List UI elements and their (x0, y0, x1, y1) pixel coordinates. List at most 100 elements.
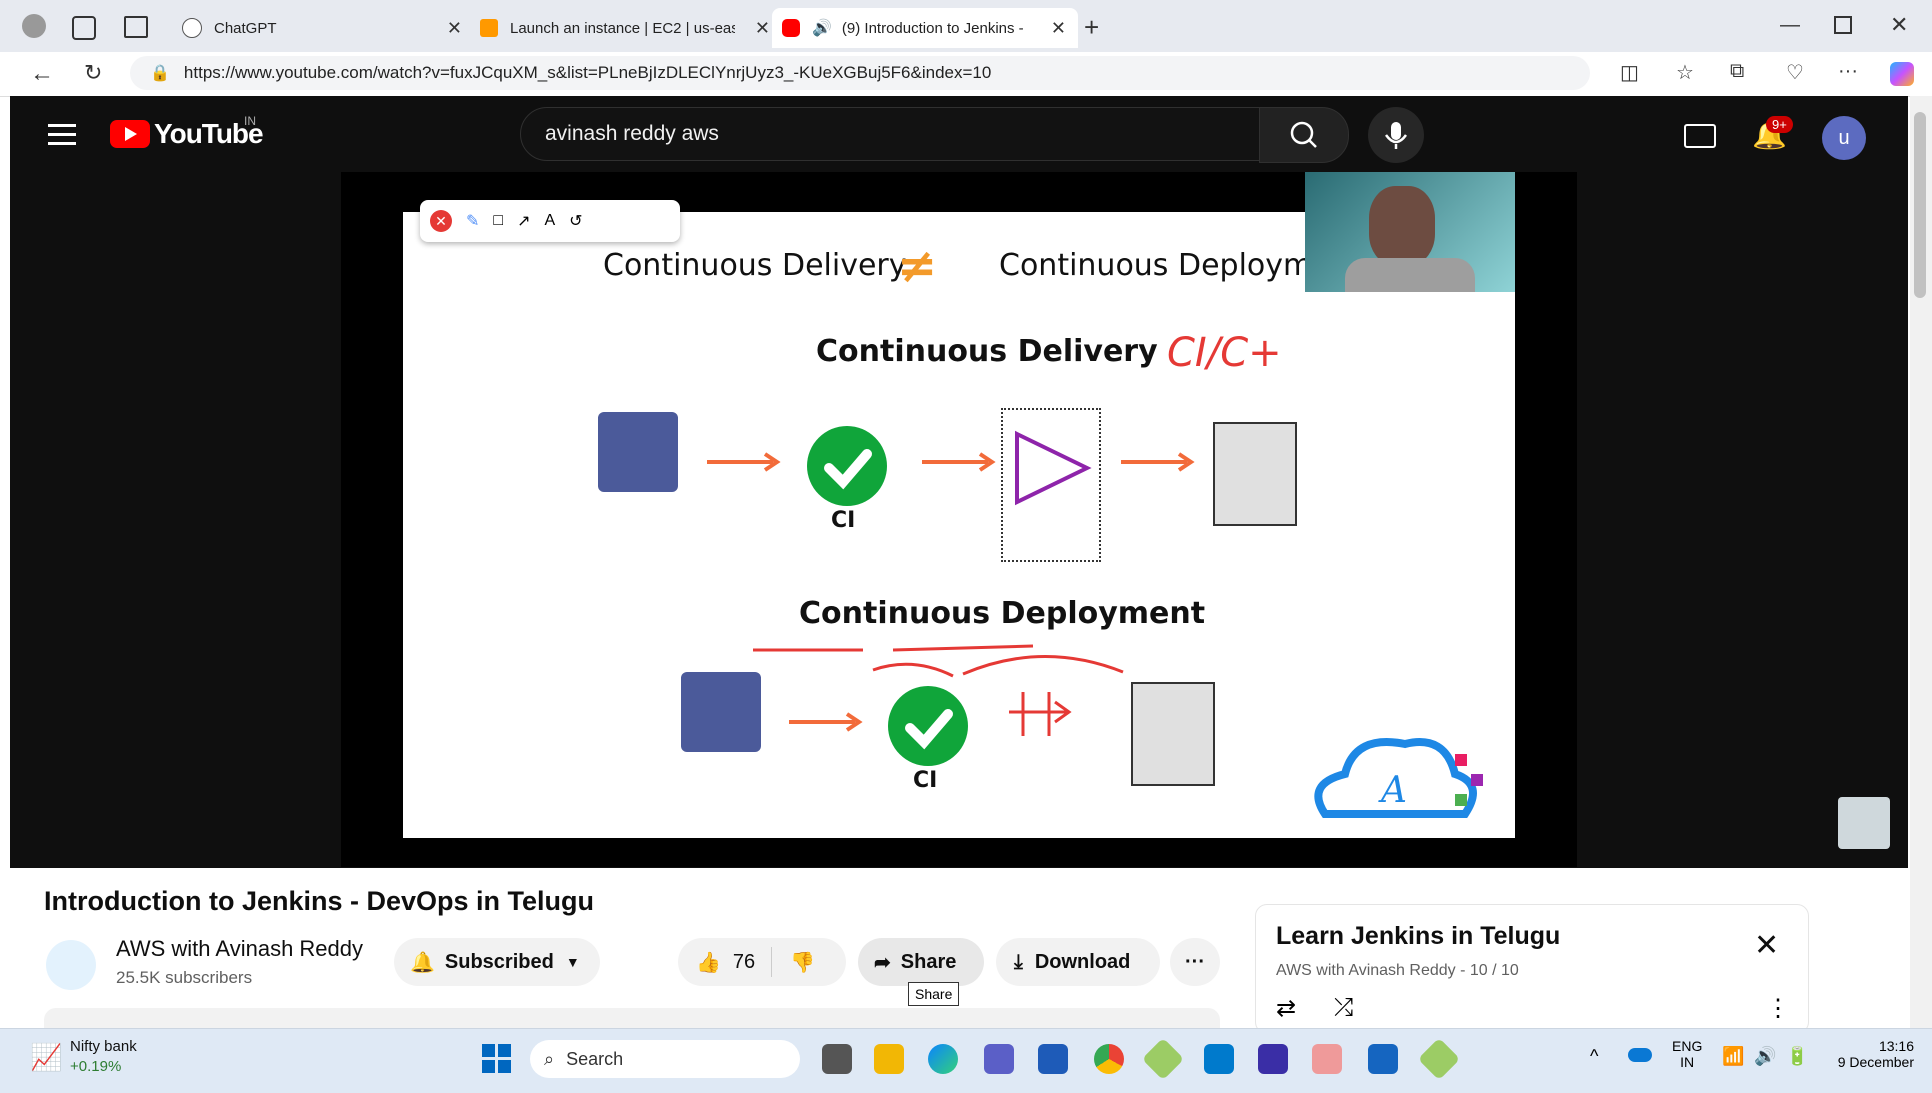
chart-up-icon: 📈 (30, 1042, 63, 1072)
file-explorer-icon[interactable] (874, 1044, 904, 1074)
playlist-more-icon[interactable]: ⋮ (1766, 994, 1790, 1023)
browser-essentials-icon[interactable]: ♡ (1786, 60, 1804, 85)
restore-button[interactable] (1834, 16, 1852, 34)
share-icon: ➦ (874, 951, 891, 974)
search-input[interactable]: avinash reddy aws (520, 107, 1260, 161)
create-icon[interactable] (1684, 124, 1716, 148)
back-icon[interactable]: ← (30, 60, 54, 88)
tab-actions-icon[interactable] (124, 16, 148, 38)
close-window-button[interactable]: ✕ (1890, 12, 1908, 38)
tab-chatgpt[interactable]: ChatGPT ✕ (172, 8, 472, 48)
volume-icon[interactable]: 🔊 (1754, 1046, 1776, 1067)
minimize-button[interactable]: — (1780, 14, 1800, 37)
more-actions-button[interactable]: ··· (1170, 938, 1220, 986)
play-icon (1015, 430, 1092, 506)
arrow-icon (707, 452, 781, 472)
split-screen-icon[interactable]: ◫ (1620, 60, 1639, 85)
download-icon: ⤓ (1014, 950, 1023, 973)
tab-title: ChatGPT (214, 19, 277, 37)
profile-icon[interactable] (22, 14, 46, 38)
text-tool-icon[interactable]: A (544, 212, 555, 230)
subscribe-label: Subscribed (444, 950, 554, 973)
new-tab-button[interactable]: + (1084, 12, 1099, 43)
tab-title: (9) Introduction to Jenkins - (841, 19, 1024, 37)
region-code: IN (1680, 1054, 1695, 1070)
address-bar[interactable]: 🔒 https://www.youtube.com/watch?v=fuxJCq… (130, 56, 1590, 90)
chrome-icon[interactable] (1094, 1044, 1124, 1074)
teams-icon[interactable] (984, 1044, 1014, 1074)
heading-left: Continuous Delivery (603, 248, 907, 283)
wifi-icon[interactable]: 📶 (1722, 1046, 1744, 1067)
tab-ec2[interactable]: Launch an instance | EC2 | us-east ✕ (470, 8, 780, 48)
youtube-logo-icon[interactable] (110, 120, 150, 148)
scrollbar-thumb[interactable] (1914, 112, 1926, 298)
clock[interactable]: 13:16 9 December (1820, 1038, 1914, 1070)
ticker-change: +0.19% (70, 1058, 122, 1075)
server-icon (1213, 422, 1297, 526)
refresh-icon[interactable]: ↻ (84, 60, 102, 86)
channel-watermark[interactable] (1838, 797, 1890, 849)
taskbar-search[interactable]: ⌕ Search (530, 1040, 800, 1078)
favorites-icon[interactable]: ☆ (1676, 60, 1694, 85)
language-indicator[interactable]: ENG IN (1672, 1038, 1702, 1070)
arrow-annotation (1009, 692, 1072, 736)
avatar[interactable]: u (1822, 116, 1866, 160)
aws-icon (480, 19, 498, 37)
download-button[interactable]: ⤓ Download (996, 938, 1160, 986)
collections-icon[interactable]: ⧉ (1730, 60, 1744, 83)
dislike-icon[interactable]: 👎 (790, 950, 815, 975)
close-icon[interactable]: ✕ (755, 18, 770, 39)
store-icon[interactable] (1038, 1044, 1068, 1074)
close-icon[interactable]: ✕ (1754, 928, 1779, 963)
search-icon: ⌕ (544, 1048, 555, 1069)
voice-search-button[interactable] (1368, 107, 1424, 163)
like-icon[interactable]: 👍 (696, 950, 721, 975)
subscribe-button[interactable]: 🔔 Subscribed ▼ (394, 938, 600, 986)
more-icon[interactable]: ··· (1838, 60, 1858, 83)
plus-app-icon[interactable] (1368, 1044, 1398, 1074)
undo-icon[interactable]: ↺ (569, 211, 582, 231)
lock-icon[interactable]: 🔒 (150, 63, 170, 83)
close-icon[interactable]: ✕ (447, 18, 462, 39)
windows-start-icon[interactable] (482, 1044, 512, 1074)
speaker-icon[interactable]: 🔊 (812, 18, 832, 38)
chatgpt-icon (182, 18, 202, 38)
bell-icon: 🔔 (410, 951, 435, 974)
battery-icon[interactable]: 🔋 (1786, 1046, 1808, 1067)
search-icon (1290, 121, 1317, 148)
region-code: IN (244, 114, 256, 128)
arrow-tool-icon[interactable]: ↗ (517, 211, 530, 231)
channel-name[interactable]: AWS with Avinash Reddy (116, 936, 363, 962)
rectangle-icon[interactable]: □ (493, 212, 503, 230)
chevron-up-icon[interactable]: ^ (1590, 1046, 1598, 1067)
shuffle-icon[interactable]: ⤮ (1334, 994, 1353, 1022)
loop-icon[interactable]: ⇄ (1276, 994, 1296, 1023)
search-button[interactable] (1259, 107, 1349, 163)
close-icon[interactable]: ✕ (430, 210, 452, 232)
ticker-name[interactable]: Nifty bank (70, 1038, 137, 1055)
channel-avatar[interactable] (46, 940, 96, 990)
share-button[interactable]: ➦ Share (858, 938, 984, 986)
annotation-toolbar: ✕ ✎ □ ↗ A ↺ (420, 200, 680, 242)
task-view-icon[interactable] (822, 1044, 852, 1074)
subscriber-count: 25.5K subscribers (116, 968, 253, 987)
intellij-icon[interactable] (1258, 1044, 1288, 1074)
edge-icon[interactable] (928, 1044, 958, 1074)
close-icon[interactable]: ✕ (1051, 18, 1066, 39)
workspaces-icon[interactable] (72, 16, 96, 40)
date: 9 December (1837, 1054, 1914, 1070)
manual-approval-box (1001, 408, 1101, 562)
menu-icon[interactable] (48, 124, 76, 145)
copilot-icon[interactable] (1890, 62, 1914, 86)
share-label: Share (900, 950, 957, 973)
ci-label: CI (913, 768, 938, 793)
search-label: Search (566, 1048, 624, 1069)
arrow-icon (789, 712, 863, 732)
onedrive-icon[interactable] (1628, 1048, 1652, 1062)
snipping-tool-icon[interactable] (1312, 1044, 1342, 1074)
pen-icon[interactable]: ✎ (466, 211, 479, 231)
vscode-icon[interactable] (1204, 1044, 1234, 1074)
tab-youtube[interactable]: 🔊 (9) Introduction to Jenkins - ✕ (772, 8, 1078, 48)
playlist-title[interactable]: Learn Jenkins in Telugu (1276, 922, 1560, 951)
video-title: Introduction to Jenkins - DevOps in Telu… (44, 886, 595, 916)
